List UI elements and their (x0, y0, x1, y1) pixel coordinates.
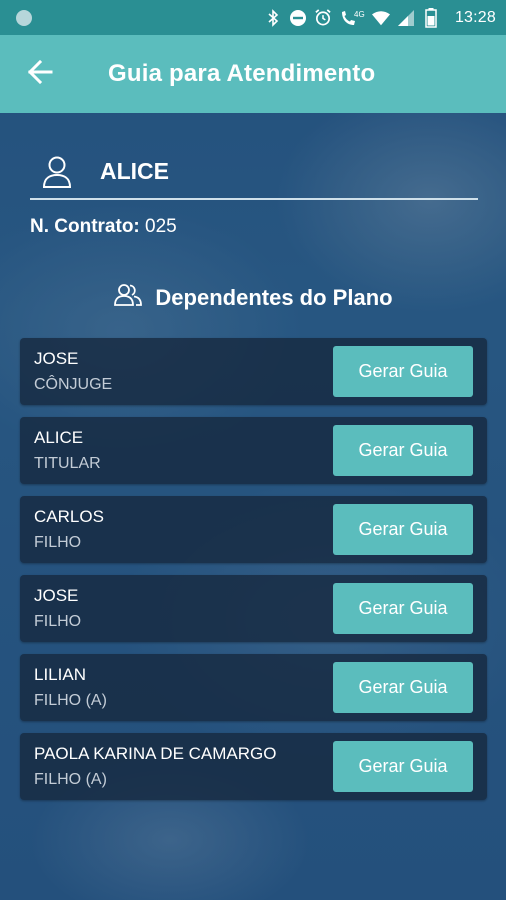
dependent-name: JOSE (34, 585, 79, 605)
dependent-card: PAOLA KARINA DE CAMARGO FILHO (A) Gerar … (20, 733, 487, 800)
dependent-name: LILIAN (34, 664, 86, 684)
signal-icon (397, 9, 415, 27)
back-button[interactable] (0, 35, 80, 113)
dependent-card: LILIAN FILHO (A) Gerar Guia (20, 654, 487, 721)
user-header: ALICE (30, 145, 478, 200)
app-bar: Guia para Atendimento (0, 35, 506, 113)
generate-guide-button[interactable]: Gerar Guia (333, 583, 473, 634)
status-icons: 4G 13:28 (264, 7, 496, 28)
generate-guide-button[interactable]: Gerar Guia (333, 425, 473, 476)
dependent-card: JOSE FILHO Gerar Guia (20, 575, 487, 642)
generate-guide-button[interactable]: Gerar Guia (333, 346, 473, 397)
section-title: Dependentes do Plano (0, 283, 506, 312)
generate-guide-button[interactable]: Gerar Guia (333, 741, 473, 792)
status-time: 13:28 (454, 8, 496, 26)
battery-icon (422, 7, 440, 28)
dependent-relation: FILHO (A) (34, 770, 107, 788)
call-icon: 4G (339, 9, 365, 27)
dependent-relation: FILHO (A) (34, 691, 107, 709)
arrow-left-icon (27, 59, 53, 89)
svg-text:4G: 4G (354, 10, 365, 19)
dependent-info: LILIAN FILHO (A) (34, 664, 333, 712)
user-name: ALICE (100, 158, 169, 184)
dependent-info: CARLOS FILHO (34, 506, 333, 554)
dependent-relation: FILHO (34, 533, 82, 551)
alarm-icon (314, 9, 332, 27)
generate-guide-button[interactable]: Gerar Guia (333, 504, 473, 555)
dependent-relation: CÔNJUGE (34, 375, 113, 393)
notification-dot-icon (16, 9, 32, 26)
dependent-name: JOSE (34, 348, 79, 368)
dependent-relation: FILHO (34, 612, 82, 630)
contract-label: N. Contrato: (30, 216, 140, 237)
dependent-info: PAOLA KARINA DE CAMARGO FILHO (A) (34, 743, 333, 791)
section-title-text: Dependentes do Plano (155, 284, 393, 310)
dependent-info: JOSE CÔNJUGE (34, 348, 333, 396)
dependent-relation: TITULAR (34, 454, 101, 472)
dependent-name: CARLOS (34, 506, 104, 526)
app-title: Guia para Atendimento (108, 60, 376, 87)
dependent-name: ALICE (34, 427, 84, 447)
dependents-list: JOSE CÔNJUGE Gerar Guia ALICE TITULAR Ge… (20, 338, 487, 812)
do-not-disturb-icon (289, 9, 307, 27)
contract-info: N. Contrato: 025 (30, 216, 177, 238)
dependent-info: ALICE TITULAR (34, 427, 333, 475)
dependent-card: JOSE CÔNJUGE Gerar Guia (20, 338, 487, 405)
generate-guide-button[interactable]: Gerar Guia (333, 662, 473, 713)
group-icon (113, 283, 143, 312)
dependent-info: JOSE FILHO (34, 585, 333, 633)
dependent-name: PAOLA KARINA DE CAMARGO (34, 743, 277, 763)
contract-value: 025 (145, 216, 177, 237)
dependent-card: CARLOS FILHO Gerar Guia (20, 496, 487, 563)
status-bar: 4G 13:28 (0, 0, 506, 35)
wifi-icon (371, 9, 390, 27)
dependent-card: ALICE TITULAR Gerar Guia (20, 417, 487, 484)
user-icon (30, 156, 84, 188)
bluetooth-icon (264, 8, 282, 27)
